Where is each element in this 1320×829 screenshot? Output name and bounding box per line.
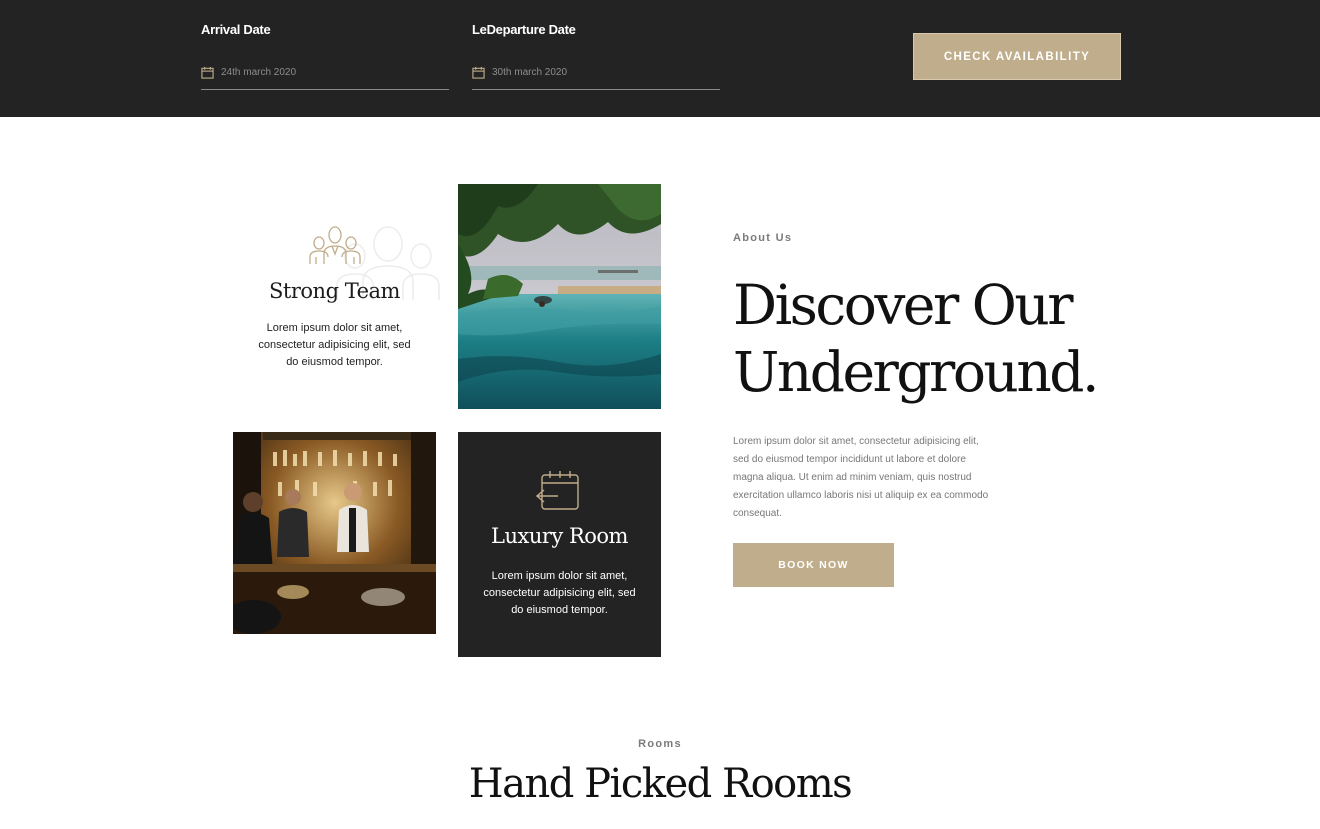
about-text: Lorem ipsum dolor sit amet, consectetur … — [733, 436, 989, 519]
arrival-date-input[interactable]: 24th march 2020 — [201, 62, 449, 90]
arrival-date-field: Arrival Date 24th march 2020 — [201, 0, 449, 90]
about-heading-line1: Discover Our — [733, 273, 1074, 337]
about-heading-line2: Underground. — [733, 340, 1099, 404]
calendar-icon — [536, 471, 579, 510]
arrival-date-value: 24th march 2020 — [221, 67, 297, 78]
strong-team-card: Strong Team Lorem ipsum dolor sit amet, … — [233, 184, 440, 408]
luxury-room-text: Lorem ipsum dolor sit amet, consectetur … — [483, 570, 636, 616]
calendar-icon — [472, 66, 485, 79]
calendar-icon — [201, 66, 214, 79]
rooms-eyebrow: Rooms — [638, 738, 682, 750]
check-availability-button[interactable]: CHECK AVAILABILITY — [913, 33, 1121, 80]
about-heading: Discover Our Underground. — [733, 272, 1133, 406]
luxury-room-title: Luxury Room — [491, 524, 628, 548]
departure-date-field: LeDeparture Date 30th march 2020 — [472, 0, 720, 90]
team-icon — [309, 226, 361, 264]
rooms-heading: Hand Picked Rooms — [468, 761, 853, 807]
departure-date-value: 30th march 2020 — [492, 67, 568, 78]
pool-photo — [458, 184, 661, 409]
departure-date-input[interactable]: 30th march 2020 — [472, 62, 720, 90]
departure-date-label: LeDeparture Date — [472, 22, 576, 37]
booking-bar: Arrival Date 24th march 2020 LeDeparture… — [0, 0, 1320, 117]
strong-team-title: Strong Team — [269, 279, 400, 303]
book-now-button[interactable]: BOOK NOW — [733, 543, 894, 587]
luxury-room-card: Luxury Room Lorem ipsum dolor sit amet, … — [458, 432, 661, 657]
arrival-date-label: Arrival Date — [201, 22, 271, 37]
strong-team-text: Lorem ipsum dolor sit amet, consectetur … — [258, 322, 411, 368]
about-eyebrow: About Us — [733, 232, 793, 244]
bar-photo — [233, 432, 436, 634]
